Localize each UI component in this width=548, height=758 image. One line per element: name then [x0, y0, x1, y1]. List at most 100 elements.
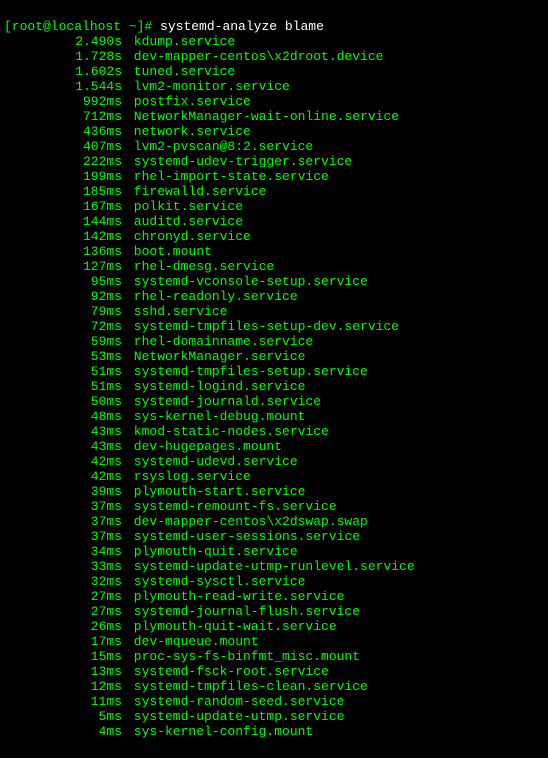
blame-entry: 95ms systemd-vconsole-setup.service [4, 274, 544, 289]
time-value: 185ms [56, 184, 122, 199]
time-value: 1.728s [56, 49, 122, 64]
service-name: systemd-sysctl.service [126, 574, 305, 589]
time-value: 26ms [56, 619, 122, 634]
service-name: rsyslog.service [126, 469, 251, 484]
time-value: 17ms [56, 634, 122, 649]
time-value: 92ms [56, 289, 122, 304]
time-value: 27ms [56, 589, 122, 604]
service-name: boot.mount [126, 244, 212, 259]
blame-entry: 136ms boot.mount [4, 244, 544, 259]
time-value: 42ms [56, 469, 122, 484]
blame-entry: 1.544s lvm2-monitor.service [4, 79, 544, 94]
service-name: systemd-random-seed.service [126, 694, 344, 709]
time-value: 72ms [56, 319, 122, 334]
service-name: systemd-udev-trigger.service [126, 154, 352, 169]
prompt-line: [root@localhost ~]# systemd-analyze blam… [4, 19, 324, 34]
blame-entry: 222ms systemd-udev-trigger.service [4, 154, 544, 169]
time-value: 1.602s [56, 64, 122, 79]
service-name: sys-kernel-debug.mount [126, 409, 305, 424]
time-value: 1.544s [56, 79, 122, 94]
blame-entry: 1.728s dev-mapper-centos\x2droot.device [4, 49, 544, 64]
time-value: 13ms [56, 664, 122, 679]
blame-entry: 4ms sys-kernel-config.mount [4, 724, 544, 739]
time-value: 5ms [56, 709, 122, 724]
command-text: systemd-analyze blame [160, 19, 324, 34]
time-value: 436ms [56, 124, 122, 139]
service-name: kmod-static-nodes.service [126, 424, 329, 439]
time-value: 167ms [56, 199, 122, 214]
time-value: 37ms [56, 529, 122, 544]
time-value: 51ms [56, 379, 122, 394]
service-name: systemd-tmpfiles-setup.service [126, 364, 368, 379]
blame-entry: 407ms lvm2-pvscan@8:2.service [4, 139, 544, 154]
blame-entry: 185ms firewalld.service [4, 184, 544, 199]
time-value: 199ms [56, 169, 122, 184]
time-value: 222ms [56, 154, 122, 169]
time-value: 33ms [56, 559, 122, 574]
blame-entry: 167ms polkit.service [4, 199, 544, 214]
service-name: auditd.service [126, 214, 243, 229]
service-name: systemd-update-utmp-runlevel.service [126, 559, 415, 574]
time-value: 34ms [56, 544, 122, 559]
blame-entry: 26ms plymouth-quit-wait.service [4, 619, 544, 634]
blame-entry: 59ms rhel-domainname.service [4, 334, 544, 349]
blame-entry: 53ms NetworkManager.service [4, 349, 544, 364]
blame-entry: 712ms NetworkManager-wait-online.service [4, 109, 544, 124]
time-value: 42ms [56, 454, 122, 469]
time-value: 43ms [56, 439, 122, 454]
service-name: plymouth-start.service [126, 484, 305, 499]
time-value: 53ms [56, 349, 122, 364]
terminal-output: [root@localhost ~]# systemd-analyze blam… [4, 4, 544, 754]
blame-entry: 37ms systemd-user-sessions.service [4, 529, 544, 544]
service-name: NetworkManager-wait-online.service [126, 109, 399, 124]
service-name: postfix.service [126, 94, 251, 109]
blame-entry: 43ms kmod-static-nodes.service [4, 424, 544, 439]
blame-entry: 5ms systemd-update-utmp.service [4, 709, 544, 724]
service-name: chronyd.service [126, 229, 251, 244]
blame-entry: 17ms dev-mqueue.mount [4, 634, 544, 649]
service-name: firewalld.service [126, 184, 266, 199]
service-name: tuned.service [126, 64, 235, 79]
prompt-user-host: [root@localhost ~]# [4, 19, 152, 34]
service-name: kdump.service [126, 34, 235, 49]
time-value: 95ms [56, 274, 122, 289]
blame-entry: 32ms systemd-sysctl.service [4, 574, 544, 589]
service-name: network.service [126, 124, 251, 139]
time-value: 39ms [56, 484, 122, 499]
blame-entry: 127ms rhel-dmesg.service [4, 259, 544, 274]
time-value: 79ms [56, 304, 122, 319]
service-name: rhel-dmesg.service [126, 259, 274, 274]
time-value: 32ms [56, 574, 122, 589]
service-name: systemd-remount-fs.service [126, 499, 337, 514]
blame-entry: 51ms systemd-tmpfiles-setup.service [4, 364, 544, 379]
time-value: 27ms [56, 604, 122, 619]
service-name: dev-mapper-centos\x2droot.device [126, 49, 383, 64]
service-name: systemd-udevd.service [126, 454, 298, 469]
blame-entry: 37ms systemd-remount-fs.service [4, 499, 544, 514]
service-name: rhel-import-state.service [126, 169, 329, 184]
service-name: systemd-logind.service [126, 379, 305, 394]
blame-entry: 33ms systemd-update-utmp-runlevel.servic… [4, 559, 544, 574]
blame-entry: 992ms postfix.service [4, 94, 544, 109]
blame-entry: 142ms chronyd.service [4, 229, 544, 244]
service-name: systemd-fsck-root.service [126, 664, 329, 679]
time-value: 37ms [56, 514, 122, 529]
service-name: plymouth-quit.service [126, 544, 298, 559]
service-name: sys-kernel-config.mount [126, 724, 313, 739]
time-value: 136ms [56, 244, 122, 259]
service-name: systemd-tmpfiles-setup-dev.service [126, 319, 399, 334]
service-name: lvm2-pvscan@8:2.service [126, 139, 313, 154]
service-name: systemd-vconsole-setup.service [126, 274, 368, 289]
service-name: sshd.service [126, 304, 227, 319]
time-value: 43ms [56, 424, 122, 439]
blame-entry: 11ms systemd-random-seed.service [4, 694, 544, 709]
service-name: systemd-user-sessions.service [126, 529, 360, 544]
blame-entry: 1.602s tuned.service [4, 64, 544, 79]
blame-entry: 42ms systemd-udevd.service [4, 454, 544, 469]
service-name: systemd-journald.service [126, 394, 321, 409]
service-name: polkit.service [126, 199, 243, 214]
blame-entry: 37ms dev-mapper-centos\x2dswap.swap [4, 514, 544, 529]
service-name: plymouth-quit-wait.service [126, 619, 337, 634]
blame-entry: 15ms proc-sys-fs-binfmt_misc.mount [4, 649, 544, 664]
blame-entry: 2.490s kdump.service [4, 34, 544, 49]
